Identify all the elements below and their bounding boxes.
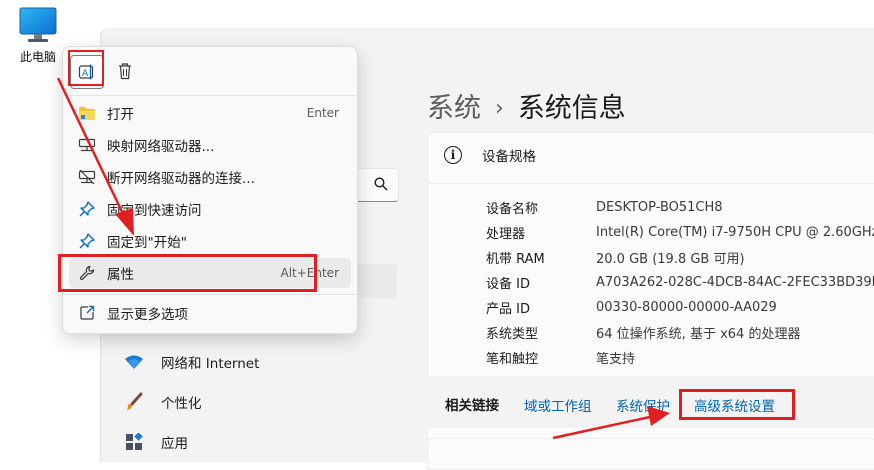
- menu-item-label: 映射网络驱动器...: [107, 139, 215, 155]
- menu-item-label: 打开: [107, 107, 134, 123]
- spec-row: 设备 ID A703A262-028C-4DCB-84AC-2FEC33BD39…: [486, 270, 874, 294]
- spec-key: 产品 ID: [486, 301, 530, 317]
- spec-key: 笔和触控: [486, 351, 539, 367]
- apps-icon: [123, 432, 145, 452]
- spec-key: 设备 ID: [486, 276, 530, 292]
- breadcrumb-separator: ›: [495, 96, 504, 121]
- monitor-icon: [19, 7, 57, 42]
- pin-icon: [77, 231, 97, 251]
- menu-item-pin-quick-access[interactable]: 固定到快速访问: [69, 194, 351, 224]
- spec-row: 产品 ID 00330-80000-00000-AA029: [486, 295, 777, 319]
- page-title: 系统信息: [517, 93, 626, 124]
- breadcrumb-parent[interactable]: 系统: [427, 93, 481, 124]
- info-icon: i: [444, 146, 462, 164]
- device-specs-title: 设备规格: [482, 149, 536, 165]
- folder-icon: [77, 103, 97, 123]
- menu-item-open[interactable]: 打开 Enter: [69, 98, 351, 128]
- next-card: [427, 438, 874, 470]
- divider: [428, 183, 874, 184]
- related-links-bar: 相关链接 域或工作组 系统保护 高级系统设置: [427, 376, 874, 428]
- spec-value: 64 位操作系统, 基于 x64 的处理器: [596, 326, 801, 342]
- breadcrumb: 系统 › 系统信息: [427, 86, 626, 125]
- nav-item-personalization[interactable]: 个性化: [123, 388, 202, 416]
- spec-key: 系统类型: [486, 326, 539, 342]
- spec-row: 笔和触控 笔支持: [486, 345, 635, 369]
- menu-item-label: 断开网络驱动器的连接...: [107, 171, 255, 187]
- trash-icon: [119, 63, 131, 80]
- menu-item-map-network-drive[interactable]: 映射网络驱动器...: [69, 130, 351, 160]
- spec-key: 机带 RAM: [486, 251, 545, 267]
- spec-value: 笔支持: [596, 351, 636, 367]
- spec-row: 设备名称 DESKTOP-BO51CH8: [486, 195, 723, 219]
- menu-divider: [63, 294, 357, 295]
- brush-icon: [123, 392, 145, 412]
- highlight-rename: [68, 50, 104, 86]
- menu-item-pin-start[interactable]: 固定到"开始": [69, 226, 351, 256]
- spec-key: 设备名称: [486, 201, 539, 217]
- spec-row: 机带 RAM 20.0 GB (19.8 GB 可用): [486, 245, 745, 269]
- menu-item-label: 固定到"开始": [107, 235, 187, 251]
- nav-item-label: 个性化: [161, 396, 202, 412]
- highlight-advanced-settings: [679, 389, 795, 420]
- wifi-icon: [123, 352, 145, 372]
- spec-value: Intel(R) Core(TM) i7-9750H CPU @ 2.60GHz: [596, 224, 874, 240]
- menu-divider: [63, 95, 357, 96]
- link-system-protection[interactable]: 系统保护: [616, 395, 670, 415]
- menu-item-label: 固定到快速访问: [107, 203, 202, 219]
- menu-item-disconnect-network-drive[interactable]: 断开网络驱动器的连接...: [69, 162, 351, 192]
- spec-row: 系统类型 64 位操作系统, 基于 x64 的处理器: [486, 320, 800, 344]
- spec-key: 处理器: [486, 226, 526, 242]
- pin-icon: [77, 199, 97, 219]
- spec-value: A703A262-028C-4DCB-84AC-2FEC33BD39E9: [596, 274, 874, 290]
- related-links-title: 相关链接: [445, 398, 499, 414]
- more-options-icon: [77, 303, 97, 323]
- delete-button[interactable]: [109, 55, 141, 87]
- disconnect-drive-icon: [77, 167, 97, 187]
- nav-item-label: 网络和 Internet: [161, 356, 260, 372]
- highlight-properties: [58, 254, 317, 292]
- menu-item-show-more-options[interactable]: 显示更多选项: [69, 298, 351, 328]
- map-drive-icon: [77, 135, 97, 155]
- spec-value: DESKTOP-BO51CH8: [596, 199, 723, 215]
- this-pc-label: 此电脑: [19, 50, 56, 64]
- device-specs-header[interactable]: i 设备规格: [444, 141, 536, 169]
- nav-item-apps[interactable]: 应用: [123, 428, 188, 456]
- spec-value: 00330-80000-00000-AA029: [596, 299, 777, 315]
- menu-item-shortcut: Enter: [306, 106, 339, 120]
- search-icon: [374, 177, 388, 191]
- menu-item-label: 显示更多选项: [107, 307, 188, 323]
- spec-value: 20.0 GB (19.8 GB 可用): [596, 251, 745, 267]
- this-pc-desktop-icon[interactable]: 此电脑: [12, 6, 64, 65]
- nav-item-label: 应用: [161, 436, 188, 452]
- link-domain-workgroup[interactable]: 域或工作组: [524, 395, 592, 415]
- nav-item-network[interactable]: 网络和 Internet: [123, 348, 259, 376]
- spec-row: 处理器 Intel(R) Core(TM) i7-9750H CPU @ 2.6…: [486, 220, 874, 244]
